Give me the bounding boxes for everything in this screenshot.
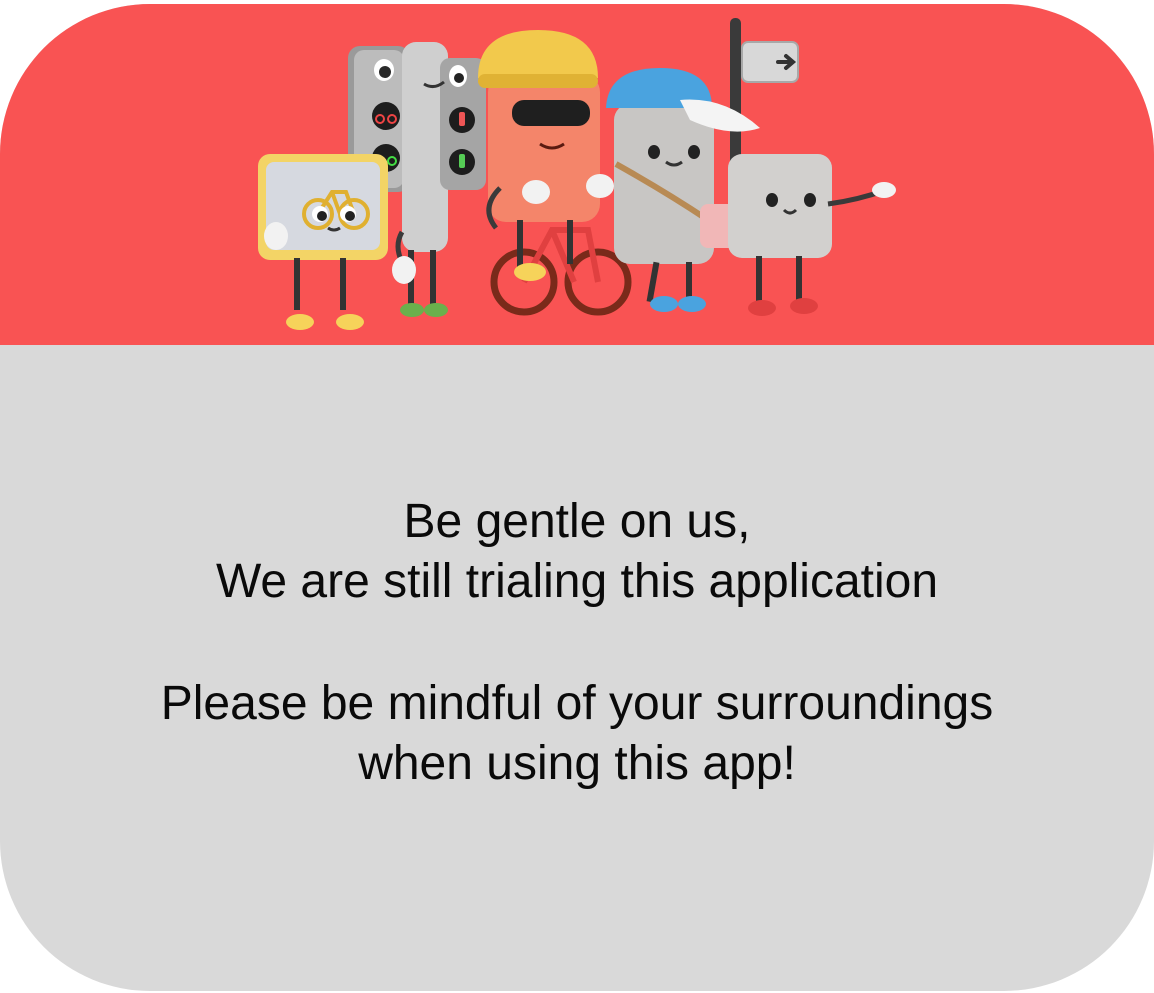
notice-line-3: Please be mindful of your surroundings	[160, 677, 994, 730]
notice-line-2: We are still trialing this application	[215, 555, 939, 608]
hero-banner	[0, 4, 1154, 345]
signpost-icon	[730, 18, 799, 168]
signpost-character-icon	[728, 154, 896, 316]
notice-message: Be gentle on us, We are still trialing t…	[0, 492, 1154, 794]
hero-illustration	[258, 18, 896, 330]
notice-line-1: Be gentle on us,	[403, 495, 751, 548]
pedestrian-traffic-light-character-icon	[392, 42, 486, 317]
cyclist-character-icon	[478, 30, 632, 316]
notice-spacer	[0, 612, 1154, 674]
notice-card: Be gentle on us, We are still trialing t…	[0, 4, 1154, 991]
notice-line-4: when using this app!	[358, 737, 796, 790]
bike-sign-character-icon	[258, 154, 388, 330]
